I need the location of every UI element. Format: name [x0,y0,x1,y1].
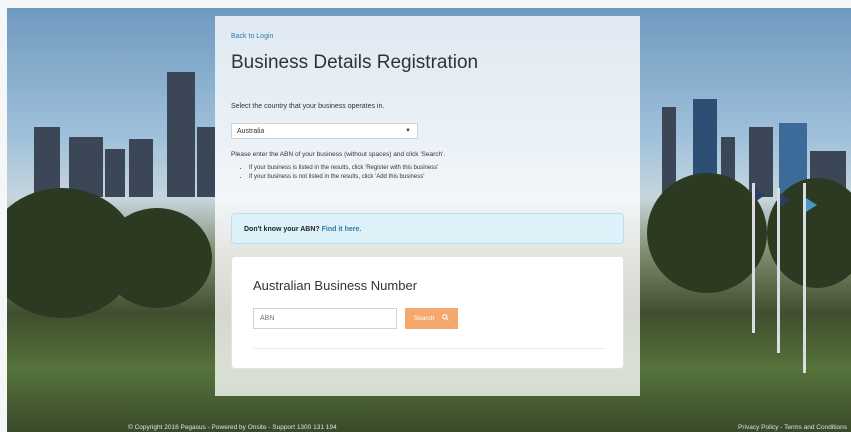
abn-help-question: Don't know your ABN? [244,226,320,233]
page-title: Business Details Registration [231,52,479,73]
list-item: If your business is listed in the result… [249,164,438,173]
search-button[interactable]: Search [405,308,458,329]
country-select[interactable]: Australia ▼ [231,123,418,139]
country-prompt: Select the country that your business op… [231,103,385,110]
search-button-label: Search [413,315,435,323]
divider [253,348,605,349]
abn-help-alert: Don't know your ABN? Find it here. [231,213,624,244]
registration-panel: Back to Login Business Details Registrat… [215,16,640,396]
country-select-value: Australia [237,128,265,135]
back-to-login-link[interactable]: Back to Login [231,33,273,40]
footer-links[interactable]: Privacy Policy - Terms and Conditions [738,424,847,431]
abn-instructions: Please enter the ABN of your business (w… [231,151,446,158]
abn-input[interactable] [253,308,397,329]
abn-card-title: Australian Business Number [253,278,418,293]
chevron-down-icon: ▼ [405,128,411,134]
instruction-list: If your business is listed in the result… [241,164,438,182]
footer-copyright: © Copyright 2018 Pegasus - Powered by On… [128,424,337,431]
search-icon [442,314,450,323]
abn-search-card: Australian Business Number Search [231,256,624,369]
find-abn-link[interactable]: Find it here. [322,226,362,233]
list-item: If your business is not listed in the re… [249,173,438,182]
